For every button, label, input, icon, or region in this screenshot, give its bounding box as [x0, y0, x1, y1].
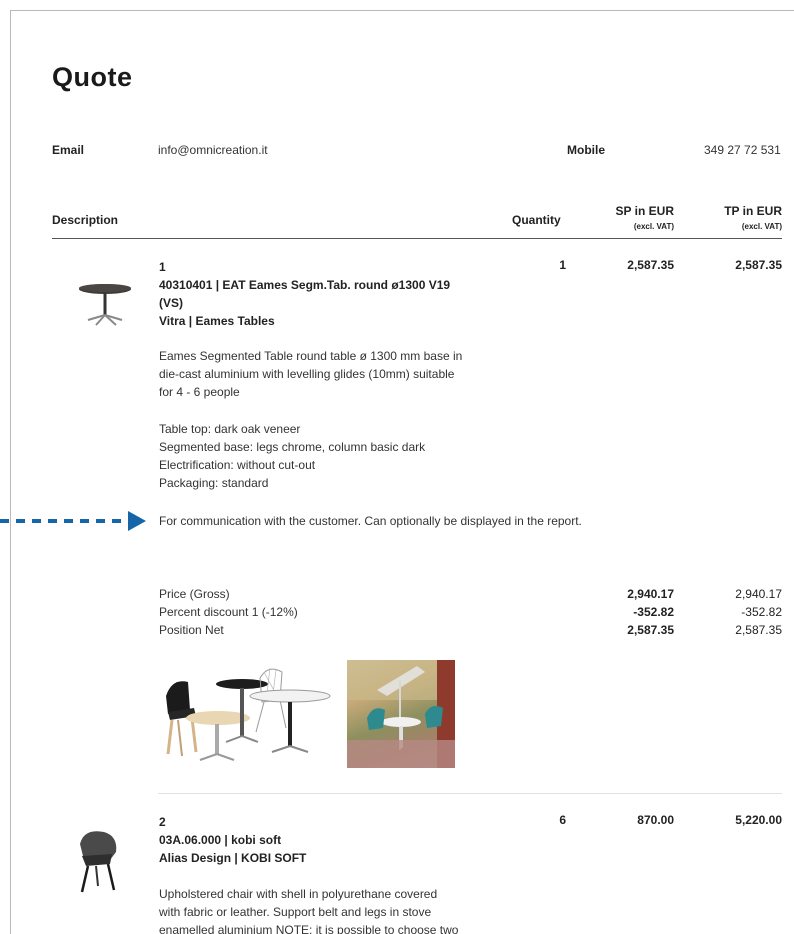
price-row-label: Price (Gross)	[159, 587, 230, 601]
header-divider	[52, 238, 782, 239]
item-1-note: For communication with the customer. Can…	[159, 514, 582, 528]
price-row-label: Percent discount 1 (-12%)	[159, 605, 298, 619]
item-1-sp: 2,587.35	[627, 258, 674, 272]
tp-header: TP in EUR (excl. VAT)	[700, 204, 782, 231]
page-title: Quote	[52, 62, 133, 92]
outdoor-scene-drawing	[347, 660, 455, 768]
item-1-code-suffix: (VS)	[159, 296, 183, 310]
price-row-tp: -352.82	[741, 605, 782, 619]
price-row-tp: 2,940.17	[735, 587, 782, 601]
annotation-arrow-head	[128, 511, 146, 531]
kobi-chair-thumbnail	[80, 831, 117, 893]
round-table-thumbnail	[79, 284, 131, 326]
item-1-desc-line: Eames Segmented Table round table ø 1300…	[159, 349, 463, 363]
item-2-tp: 5,220.00	[735, 813, 782, 827]
item-separator	[158, 793, 782, 794]
item-1-code: 40310401 | EAT Eames Segm.Tab. round ø13…	[159, 278, 451, 292]
price-row-sp: 2,940.17	[627, 587, 674, 601]
outdoor-scene-photo	[347, 660, 455, 768]
annotation-arrow-line	[0, 519, 128, 523]
item-1-option-line: Table top: dark oak veneer	[159, 422, 301, 436]
item-1-tp: 2,587.35	[735, 258, 782, 272]
price-row-sp: -352.82	[633, 605, 674, 619]
item-2-desc-line: Upholstered chair with shell in polyuret…	[159, 887, 438, 901]
tp-header-label: TP in EUR	[724, 204, 782, 218]
sp-header: SP in EUR (excl. VAT)	[592, 204, 674, 231]
item-2-index: 2	[159, 815, 166, 829]
price-row-tp: 2,587.35	[735, 623, 782, 637]
item-1-option-line: Segmented base: legs chrome, column basi…	[159, 440, 426, 454]
price-row-sp: 2,587.35	[627, 623, 674, 637]
sp-header-label: SP in EUR	[615, 204, 674, 218]
item-2-sp: 870.00	[637, 813, 674, 827]
mobile-label: Mobile	[567, 143, 605, 157]
item-1-quantity: 1	[559, 258, 566, 272]
table-collection-image	[160, 662, 336, 768]
item-1-option-line: Electrification: without cut-out	[159, 458, 316, 472]
item-1-option-line: Packaging: standard	[159, 476, 269, 490]
sp-header-sub: (excl. VAT)	[633, 222, 674, 231]
email-label: Email	[52, 143, 85, 157]
price-row-label: Position Net	[159, 623, 224, 637]
item-1-desc-line: die-cast aluminium with levelling glides…	[159, 367, 455, 381]
item-2-brand: Alias Design | KOBI SOFT	[159, 851, 307, 865]
item-2-code: 03A.06.000 | kobi soft	[159, 833, 282, 847]
description-header: Description	[52, 213, 119, 227]
tp-header-sub: (excl. VAT)	[741, 222, 782, 231]
quantity-header: Quantity	[512, 213, 561, 227]
item-2-quantity: 6	[559, 813, 566, 827]
item-1-index: 1	[159, 260, 166, 274]
mobile-value: 349 27 72 531	[704, 143, 781, 157]
quote-page	[10, 10, 794, 934]
email-value: info@omnicreation.it	[158, 143, 268, 157]
item-1-desc-line: for 4 - 6 people	[159, 385, 240, 399]
item-2-desc-line: enamelled aluminium NOTE: it is possible…	[159, 923, 459, 934]
item-2-desc-line: with fabric or leather. Support belt and…	[159, 905, 432, 919]
item-1-brand: Vitra | Eames Tables	[159, 314, 275, 328]
